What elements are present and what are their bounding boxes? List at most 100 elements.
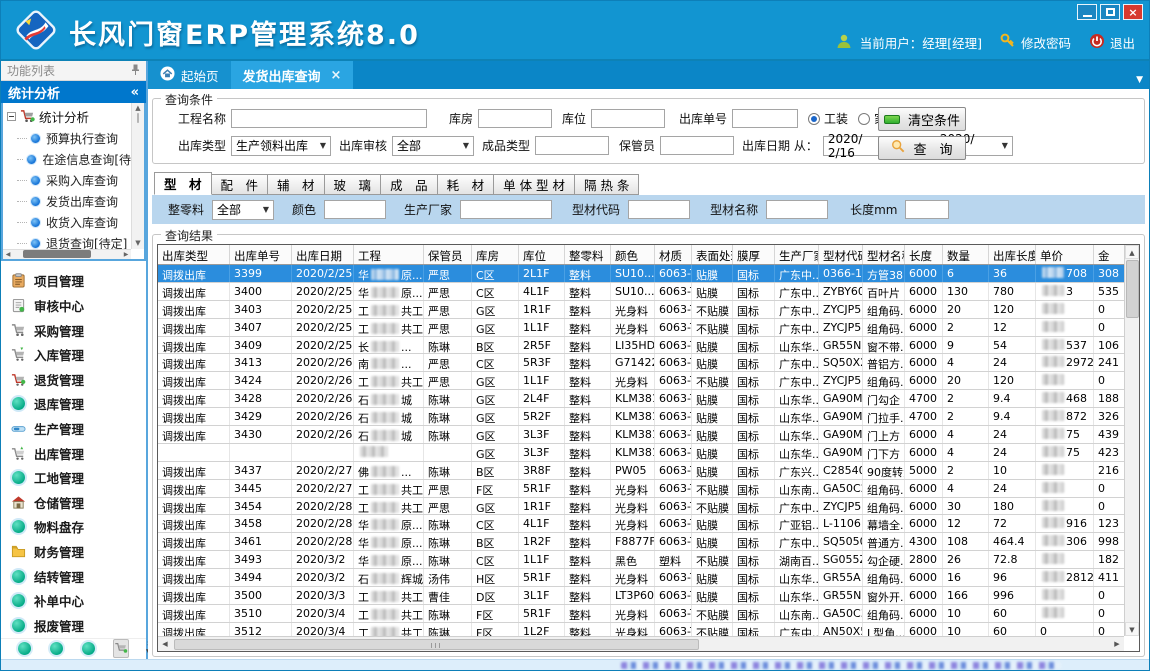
sidebar-module[interactable]: 财务管理 [11,539,146,564]
sidebar-module[interactable]: 退货管理 [11,367,146,392]
pin-icon[interactable] [131,64,140,78]
material-tab[interactable]: 辅 材 [268,174,325,195]
change-password-button[interactable]: 修改密码 [1000,33,1071,52]
module-dot-icon[interactable] [82,642,95,655]
tree-horizontal-scrollbar[interactable]: ◀ ▶ [3,249,131,259]
tree-vertical-scrollbar[interactable]: ▲ ▼ [131,103,144,249]
search-button[interactable]: 查 询 [878,136,966,160]
material-tab[interactable]: 成 品 [381,174,438,195]
material-tab[interactable]: 玻 璃 [325,174,382,195]
table-row[interactable]: 调拨出库34132020/2/26南...严思C区5R3F整料G71422606… [158,354,1124,372]
scroll-right-icon[interactable]: ▶ [1110,640,1124,648]
keeper-input[interactable] [660,136,734,155]
column-header[interactable]: 出库长度 [989,245,1036,264]
sidebar-module[interactable]: 仓储管理 [11,490,146,515]
cart-toolbar-button[interactable] [113,639,129,658]
scrollbar-thumb[interactable] [1126,260,1139,318]
product-type-input[interactable] [535,136,609,155]
profile-code-input[interactable] [628,200,690,219]
material-tab[interactable]: 单 体 型 材 [494,174,575,195]
column-header[interactable]: 数量 [943,245,989,264]
tab-home[interactable]: 起始页 [148,61,231,89]
manufacturer-input[interactable] [460,200,552,219]
scroll-up-icon[interactable]: ▲ [1125,245,1139,259]
close-button[interactable]: × [1123,4,1143,20]
scroll-down-icon[interactable]: ▼ [132,238,144,249]
sidebar-module[interactable]: 入库管理 [11,342,146,367]
material-tab[interactable]: 配 件 [212,174,269,195]
column-header[interactable]: 出库类型 [158,245,230,264]
table-row[interactable]: 调拨出库33992020/2/25华原...严思C区2L1F整料SU10...6… [158,265,1124,283]
table-row[interactable]: 调拨出库35102020/3/4工共工程陈琳F区5R1F整料光身料6063-T5… [158,605,1124,623]
column-header[interactable]: 颜色 [611,245,655,264]
logout-button[interactable]: 退出 [1089,33,1135,52]
column-header[interactable]: 金 [1094,245,1124,264]
profile-name-input[interactable] [766,200,828,219]
minimize-button[interactable] [1077,4,1097,20]
scrollbar-thumb[interactable] [23,250,91,258]
table-row[interactable]: 调拨出库35002020/3/3工共工程曹佳D区3L1F整料LT3P606063… [158,587,1124,605]
table-row[interactable]: 调拨出库34582020/2/28华原...陈琳C区4L1F整料光身料6063-… [158,515,1124,533]
column-header[interactable]: 库房 [472,245,519,264]
project-name-input[interactable] [231,109,427,128]
maximize-button[interactable] [1100,4,1120,20]
whole-piece-select[interactable]: 全部▼ [212,200,274,220]
radio-gongzhuang[interactable] [808,113,820,125]
table-row[interactable]: 调拨出库34302020/2/26石城陈琳G区3L3F整料KLM38176063… [158,426,1124,444]
sidebar-module[interactable]: 物料盘存 [11,515,146,540]
tab-shipment-outbound-query[interactable]: 发货出库查询 × [231,61,354,89]
location-input[interactable] [591,109,665,128]
scroll-down-icon[interactable]: ▼ [1125,622,1139,636]
module-dot-icon[interactable] [50,642,63,655]
out-type-select[interactable]: 生产领料出库▼ [231,136,331,156]
table-row[interactable]: 调拨出库34092020/2/25长...陈琳B区2R5F整料LI35HD606… [158,337,1124,355]
sidebar-module[interactable]: 结转管理 [11,564,146,589]
column-header[interactable]: 出库日期 [292,245,354,264]
collapse-icon[interactable]: « [131,85,139,100]
table-row[interactable]: 调拨出库34002020/2/25华原...严思C区4L1F整料SU10...6… [158,283,1124,301]
scroll-left-icon[interactable]: ◀ [158,640,172,648]
sidebar-module[interactable]: 报废管理 [11,613,146,638]
radio-jiazhuang[interactable] [858,113,870,125]
module-dot-icon[interactable] [18,642,31,655]
sidebar-module[interactable]: 项目管理 [11,269,146,294]
sidebar-module[interactable]: 退库管理 [11,392,146,417]
tree-item[interactable]: 预算执行查询 [7,128,131,149]
scroll-right-icon[interactable]: ▶ [121,251,131,258]
column-header[interactable]: 整零料 [565,245,611,264]
column-header[interactable]: 工程 [354,245,424,264]
sidebar-module[interactable]: 审核中心 [11,293,146,318]
grid-horizontal-scrollbar[interactable]: ◀ ▶ [158,636,1124,651]
material-tab[interactable]: 型 材 [154,172,212,195]
column-header[interactable]: 库位 [519,245,565,264]
tree-item[interactable]: 收货入库查询 [7,212,131,233]
tab-close-icon[interactable]: × [331,68,342,83]
color-input[interactable] [324,200,386,219]
table-row[interactable]: 调拨出库34942020/3/2石辉城汤伟H区5R1F整料光身料6063-T5贴… [158,569,1124,587]
sidebar-module[interactable]: 出库管理 [11,441,146,466]
scrollbar-thumb[interactable] [137,113,139,123]
tree-expander-icon[interactable] [7,112,16,121]
tree-root-statistics[interactable]: 统计分析 [7,106,131,128]
column-header[interactable]: 型材名称 [863,245,905,264]
sidebar-module[interactable]: 生产管理 [11,416,146,441]
sidebar-module[interactable]: 工地管理 [11,465,146,490]
table-row[interactable]: 调拨出库34242020/2/26工共工程严思G区1L1F整料光身料6063-T… [158,372,1124,390]
tab-overflow-icon[interactable]: ▼ [1136,75,1143,85]
warehouse-input[interactable] [478,109,552,128]
table-row[interactable]: 调拨出库34372020/2/27佛...陈琳B区3R8F整料PW056063-… [158,462,1124,480]
sidebar-section-header[interactable]: 统计分析 « [1,81,146,102]
column-header[interactable]: 表面处理 [692,245,733,264]
table-row[interactable]: 调拨出库34452020/2/27工共工程严思F区5R1F整料光身料6063-T… [158,480,1124,498]
length-input[interactable] [905,200,949,219]
table-row[interactable]: 调拨出库34932020/3/2华原...陈琳C区1L1F整料黑色塑料不贴膜国标… [158,551,1124,569]
table-row[interactable]: 调拨出库34032020/2/25工共工程严思G区1R1F整料光身料6063-T… [158,301,1124,319]
column-header[interactable]: 型材代码 [819,245,863,264]
tree-item[interactable]: 退货查询[待定] [7,233,131,249]
column-header[interactable]: 长度 [905,245,943,264]
column-header[interactable]: 生产厂家 [775,245,819,264]
tree-item[interactable]: 采购入库查询 [7,170,131,191]
tree-item[interactable]: 发货出库查询 [7,191,131,212]
tree-item[interactable]: 在途信息查询[待 [7,149,131,170]
scroll-left-icon[interactable]: ◀ [3,251,13,258]
